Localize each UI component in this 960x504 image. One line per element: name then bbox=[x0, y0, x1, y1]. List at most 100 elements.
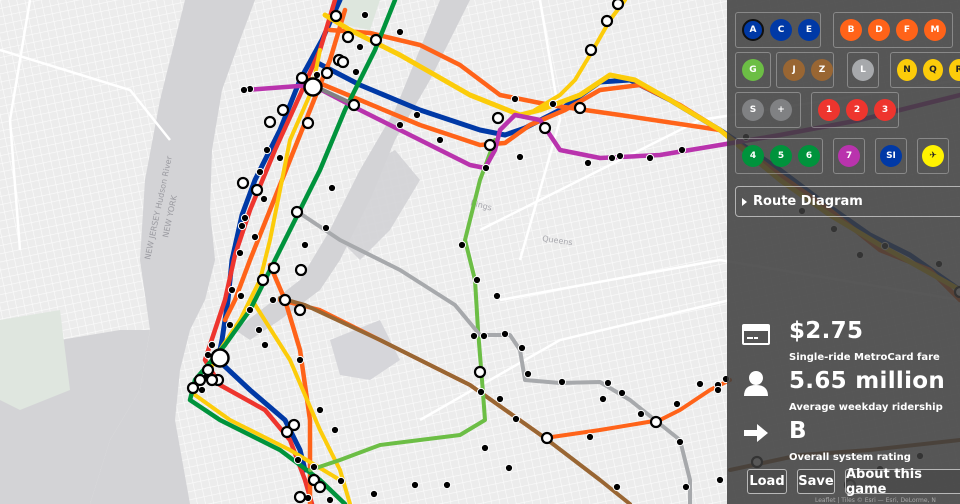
transfer-station[interactable] bbox=[201, 363, 215, 377]
transfer-station[interactable] bbox=[301, 116, 315, 130]
line-bullet-g[interactable]: G bbox=[742, 59, 764, 81]
station[interactable] bbox=[548, 99, 558, 109]
station[interactable] bbox=[250, 232, 260, 242]
transfer-station[interactable] bbox=[267, 261, 281, 275]
station[interactable] bbox=[511, 414, 521, 424]
transfer-station[interactable] bbox=[491, 111, 505, 125]
station[interactable] bbox=[254, 325, 264, 335]
station[interactable] bbox=[262, 145, 272, 155]
station[interactable] bbox=[479, 331, 489, 341]
line-bullet-m[interactable]: M bbox=[924, 19, 946, 41]
station[interactable] bbox=[255, 167, 265, 177]
transfer-station[interactable] bbox=[294, 263, 308, 277]
transfer-station[interactable] bbox=[263, 115, 277, 129]
line-bullet-q[interactable]: Q bbox=[923, 59, 943, 81]
transfer-station[interactable] bbox=[290, 205, 304, 219]
transfer-station[interactable] bbox=[256, 273, 270, 287]
station[interactable] bbox=[395, 27, 405, 37]
station[interactable] bbox=[295, 355, 305, 365]
station[interactable] bbox=[495, 394, 505, 404]
station[interactable] bbox=[240, 213, 250, 223]
line-bullet-4[interactable]: 4 bbox=[742, 145, 764, 167]
transfer-station[interactable] bbox=[320, 66, 334, 80]
transfer-station[interactable] bbox=[538, 121, 552, 135]
map-attribution[interactable]: Leaflet | Tiles © Esri — Esri, DeLorme, … bbox=[815, 497, 936, 504]
station[interactable] bbox=[227, 285, 237, 295]
station[interactable] bbox=[615, 151, 625, 161]
transfer-station[interactable] bbox=[278, 293, 292, 307]
station[interactable] bbox=[715, 475, 725, 485]
transfer-station[interactable] bbox=[611, 0, 625, 11]
station[interactable] bbox=[713, 385, 723, 395]
station[interactable] bbox=[275, 153, 285, 163]
station[interactable] bbox=[293, 455, 303, 465]
station[interactable] bbox=[336, 476, 346, 486]
station[interactable] bbox=[515, 152, 525, 162]
line-bullet-f[interactable]: F bbox=[896, 19, 918, 41]
station[interactable] bbox=[510, 94, 520, 104]
station[interactable] bbox=[355, 42, 365, 52]
line-bullet-1[interactable]: 1 bbox=[818, 99, 840, 121]
line-bullet-d[interactable]: D bbox=[868, 19, 890, 41]
line-bullet-n[interactable]: N bbox=[897, 59, 917, 81]
station[interactable] bbox=[612, 482, 622, 492]
station[interactable] bbox=[583, 158, 593, 168]
transfer-station[interactable] bbox=[280, 425, 294, 439]
transfer-station[interactable] bbox=[649, 415, 663, 429]
station[interactable] bbox=[695, 379, 705, 389]
station[interactable] bbox=[268, 295, 278, 305]
transfer-station[interactable] bbox=[293, 490, 307, 504]
station[interactable] bbox=[300, 240, 310, 250]
line-bullet-2[interactable]: 2 bbox=[846, 99, 868, 121]
line-bullet-s[interactable]: S bbox=[742, 99, 764, 121]
station[interactable] bbox=[469, 331, 479, 341]
station[interactable] bbox=[557, 377, 567, 387]
transfer-hub-station[interactable] bbox=[210, 348, 230, 368]
station[interactable] bbox=[321, 223, 331, 233]
line-bullet-plus[interactable]: + bbox=[770, 99, 792, 121]
transfer-station[interactable] bbox=[573, 101, 587, 115]
transfer-station[interactable] bbox=[473, 365, 487, 379]
station[interactable] bbox=[225, 320, 235, 330]
line-bullet-si[interactable]: SI bbox=[880, 145, 902, 167]
station[interactable] bbox=[369, 489, 379, 499]
station[interactable] bbox=[523, 369, 533, 379]
transfer-station[interactable] bbox=[295, 71, 309, 85]
transfer-station[interactable] bbox=[341, 30, 355, 44]
station[interactable] bbox=[681, 482, 691, 492]
transfer-station[interactable] bbox=[236, 176, 250, 190]
about-button[interactable]: About this game bbox=[845, 467, 960, 497]
station[interactable] bbox=[351, 67, 361, 77]
station[interactable] bbox=[259, 194, 269, 204]
line-bullet-l[interactable]: L bbox=[852, 59, 874, 81]
station[interactable] bbox=[197, 385, 207, 395]
line-bullet-b[interactable]: B bbox=[840, 19, 862, 41]
station[interactable] bbox=[492, 291, 502, 301]
line-bullet-3[interactable]: 3 bbox=[874, 99, 896, 121]
transfer-station[interactable] bbox=[293, 303, 307, 317]
station[interactable] bbox=[457, 240, 467, 250]
station[interactable] bbox=[472, 275, 482, 285]
station[interactable] bbox=[677, 145, 687, 155]
station[interactable] bbox=[309, 462, 319, 472]
station[interactable] bbox=[607, 153, 617, 163]
station[interactable] bbox=[245, 305, 255, 315]
transfer-station[interactable] bbox=[369, 33, 383, 47]
transfer-station[interactable] bbox=[186, 381, 200, 395]
station[interactable] bbox=[481, 163, 491, 173]
station[interactable] bbox=[327, 183, 337, 193]
transfer-station[interactable] bbox=[584, 43, 598, 57]
save-button[interactable]: Save bbox=[797, 469, 835, 494]
transfer-station[interactable] bbox=[276, 103, 290, 117]
station[interactable] bbox=[395, 120, 405, 130]
transfer-station[interactable] bbox=[313, 480, 327, 494]
station[interactable] bbox=[442, 480, 452, 490]
station[interactable] bbox=[480, 443, 490, 453]
line-bullet-7[interactable]: 7 bbox=[838, 145, 860, 167]
station[interactable] bbox=[645, 153, 655, 163]
transfer-station[interactable] bbox=[600, 14, 614, 28]
station[interactable] bbox=[325, 495, 335, 504]
line-bullet-a[interactable]: A bbox=[742, 19, 764, 41]
station[interactable] bbox=[435, 135, 445, 145]
route-diagram-toggle[interactable]: Route Diagram bbox=[735, 186, 960, 217]
